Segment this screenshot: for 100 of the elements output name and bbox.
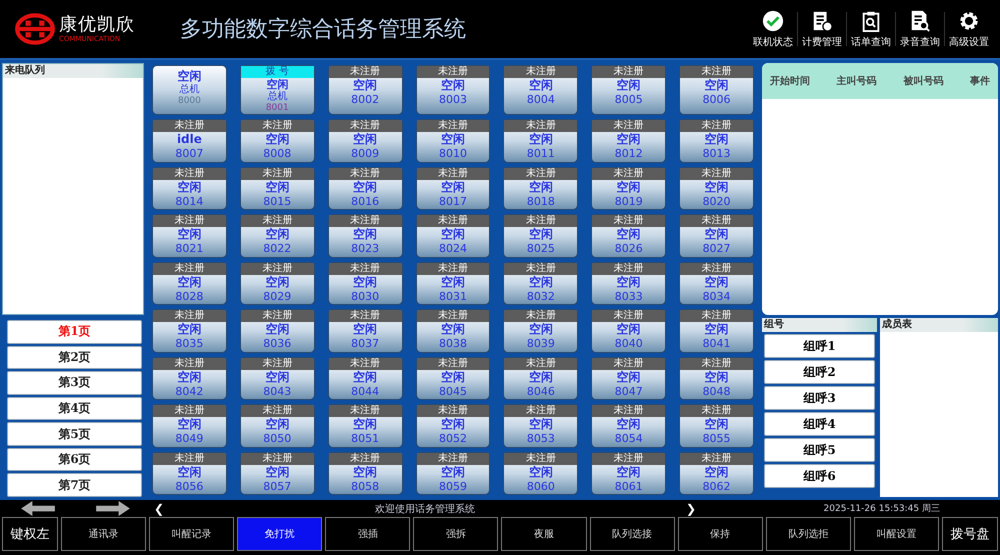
page-button[interactable]: 第5页: [7, 422, 142, 446]
extension-tile[interactable]: 未注册 空闲 8013: [679, 119, 754, 162]
extension-tile[interactable]: 未注册 空闲 8002: [328, 65, 403, 115]
function-button[interactable]: 强拆: [413, 517, 498, 551]
function-button[interactable]: 叫醒记录: [149, 517, 234, 551]
next-button[interactable]: ❯: [682, 502, 700, 516]
extension-tile[interactable]: 未注册 空闲 8028: [152, 262, 227, 305]
extension-tile[interactable]: 未注册 空闲 8058: [328, 452, 403, 495]
extension-tile[interactable]: 未注册 空闲 8003: [416, 65, 490, 115]
extension-tile[interactable]: 未注册 空闲 8040: [591, 309, 666, 352]
extension-tile[interactable]: 拨 号 空闲 总机 8001: [240, 65, 315, 115]
extension-tile[interactable]: 未注册 空闲 8035: [152, 309, 227, 352]
extension-tile[interactable]: 未注册 空闲 8062: [679, 452, 754, 495]
extension-tile[interactable]: 未注册 空闲 8038: [416, 309, 490, 352]
extension-tile[interactable]: 未注册 空闲 8025: [503, 214, 578, 258]
extension-tile[interactable]: 未注册 空闲 8061: [591, 452, 666, 495]
extension-tile[interactable]: 未注册 空闲 8036: [240, 309, 315, 352]
extension-tile[interactable]: 未注册 空闲 8016: [328, 166, 403, 210]
toolbar-button[interactable]: 联机状态: [750, 10, 796, 48]
group-call-button[interactable]: 组呼6: [764, 464, 875, 488]
group-call-button[interactable]: 组呼1: [764, 334, 875, 358]
toolbar-button[interactable]: 录音查询: [897, 10, 943, 48]
extension-tile[interactable]: 未注册 空闲 8021: [152, 214, 227, 258]
extension-tile[interactable]: 未注册 空闲 8051: [328, 404, 403, 448]
page-button[interactable]: 第3页: [7, 371, 142, 395]
function-button[interactable]: 拨号盘: [942, 517, 998, 551]
page-button[interactable]: 第4页: [7, 396, 142, 420]
group-call-button[interactable]: 组呼4: [764, 412, 875, 436]
extension-tile[interactable]: 未注册 空闲 8030: [328, 262, 403, 305]
extension-tile[interactable]: 未注册 空闲 8046: [503, 356, 578, 400]
extension-tile[interactable]: 未注册 空闲 8047: [591, 356, 666, 400]
extension-tile[interactable]: 未注册 空闲 8022: [240, 214, 315, 258]
extension-tile[interactable]: 未注册 空闲 8005: [591, 65, 666, 115]
column-header: 主叫号码: [836, 74, 877, 88]
extension-tile[interactable]: 未注册 空闲 8004: [503, 65, 578, 115]
extension-tile[interactable]: 未注册 空闲 8033: [591, 262, 666, 305]
extension-tile[interactable]: 未注册 空闲 8039: [503, 309, 578, 352]
page-button[interactable]: 第7页: [7, 473, 142, 498]
extension-tile[interactable]: 未注册 空闲 8019: [591, 166, 666, 210]
panel-title: 组号: [764, 319, 784, 330]
function-button[interactable]: 叫醒设置: [854, 517, 939, 551]
extension-tile[interactable]: 未注册 idle 8007: [152, 119, 227, 162]
extension-tile[interactable]: 未注册 空闲 8023: [328, 214, 403, 258]
extension-tile[interactable]: 未注册 空闲 8010: [416, 119, 490, 162]
group-call-button[interactable]: 组呼3: [764, 386, 875, 410]
extension-tile[interactable]: 未注册 空闲 8037: [328, 309, 403, 352]
toolbar-button[interactable]: 话单查询: [848, 10, 894, 48]
extension-tile[interactable]: 未注册 空闲 8057: [240, 452, 315, 495]
extension-tile[interactable]: 未注册 空闲 8012: [591, 119, 666, 162]
extension-tile[interactable]: 未注册 空闲 8055: [679, 404, 754, 448]
toolbar-button[interactable]: 计费管理: [799, 10, 845, 48]
extension-tile[interactable]: 未注册 空闲 8054: [591, 404, 666, 448]
extension-tile[interactable]: 未注册 空闲 8011: [503, 119, 578, 162]
extension-tile[interactable]: 未注册 空闲 8060: [503, 452, 578, 495]
extension-tile[interactable]: 未注册 空闲 8020: [679, 166, 754, 210]
toolbar-button[interactable]: 高级设置: [946, 10, 992, 48]
function-button[interactable]: 队列选拒: [766, 517, 851, 551]
logo-icon: [14, 13, 56, 45]
extension-tile[interactable]: 未注册 空闲 8024: [416, 214, 490, 258]
extension-tile[interactable]: 未注册 空闲 8006: [679, 65, 754, 115]
extension-tile[interactable]: 未注册 空闲 8029: [240, 262, 315, 305]
extension-tile[interactable]: 未注册 空闲 8045: [416, 356, 490, 400]
extension-tile[interactable]: 未注册 空闲 8043: [240, 356, 315, 400]
page-button[interactable]: 第6页: [7, 448, 142, 472]
extension-tile[interactable]: 空闲 总机 8000: [152, 65, 227, 115]
right-arrow-icon[interactable]: [96, 501, 130, 516]
extension-tile[interactable]: 未注册 空闲 8031: [416, 262, 490, 305]
extension-tile[interactable]: 未注册 空闲 8059: [416, 452, 490, 495]
previous-button[interactable]: ❮: [150, 502, 168, 516]
extension-tile[interactable]: 未注册 空闲 8044: [328, 356, 403, 400]
page-button[interactable]: 第2页: [7, 346, 142, 370]
page-button[interactable]: 第1页: [7, 320, 142, 344]
extension-tile[interactable]: 未注册 空闲 8026: [591, 214, 666, 258]
extension-tile[interactable]: 未注册 空闲 8048: [679, 356, 754, 400]
left-arrow-icon[interactable]: [20, 501, 54, 516]
extension-tile[interactable]: 未注册 空闲 8032: [503, 262, 578, 305]
group-call-button[interactable]: 组呼5: [764, 438, 875, 462]
function-button[interactable]: 免打扰: [237, 517, 322, 551]
function-button[interactable]: 队列选接: [590, 517, 675, 551]
function-button[interactable]: 夜服: [501, 517, 587, 551]
extension-tile[interactable]: 未注册 空闲 8049: [152, 404, 227, 448]
extension-tile[interactable]: 未注册 空闲 8015: [240, 166, 315, 210]
extension-tile[interactable]: 未注册 空闲 8017: [416, 166, 490, 210]
group-call-button[interactable]: 组呼2: [764, 360, 875, 384]
function-button[interactable]: 键权左: [2, 517, 58, 551]
extension-tile[interactable]: 未注册 空闲 8008: [240, 119, 315, 162]
function-button[interactable]: 保持: [678, 517, 763, 551]
extension-tile[interactable]: 未注册 空闲 8056: [152, 452, 227, 495]
extension-tile[interactable]: 未注册 空闲 8027: [679, 214, 754, 258]
extension-tile[interactable]: 未注册 空闲 8014: [152, 166, 227, 210]
extension-tile[interactable]: 未注册 空闲 8042: [152, 356, 227, 400]
extension-tile[interactable]: 未注册 空闲 8052: [416, 404, 490, 448]
function-button[interactable]: 通讯录: [61, 517, 146, 551]
extension-tile[interactable]: 未注册 空闲 8034: [679, 262, 754, 305]
extension-tile[interactable]: 未注册 空闲 8018: [503, 166, 578, 210]
extension-tile[interactable]: 未注册 空闲 8041: [679, 309, 754, 352]
extension-tile[interactable]: 未注册 空闲 8009: [328, 119, 403, 162]
function-button[interactable]: 强插: [325, 517, 410, 551]
extension-tile[interactable]: 未注册 空闲 8050: [240, 404, 315, 448]
extension-tile[interactable]: 未注册 空闲 8053: [503, 404, 578, 448]
